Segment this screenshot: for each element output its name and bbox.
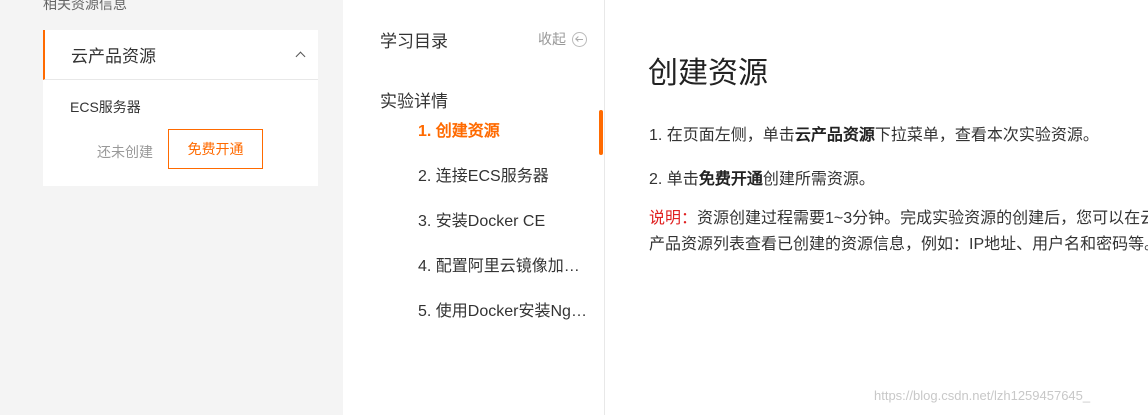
step-number: 1. (649, 127, 663, 144)
watermark: https://blog.csdn.net/lzh1259457645_ (874, 388, 1091, 403)
toc-item-configure-mirror[interactable]: 4. 配置阿里云镜像加速器 (418, 253, 588, 298)
table-of-contents: 学习目录 收起 实验详情 1. 创建资源 2. 连接ECS服务器 3. 安装Do… (343, 0, 605, 415)
status-text: 还未创建 (97, 144, 153, 160)
toc-list: 1. 创建资源 2. 连接ECS服务器 3. 安装Docker CE 4. 配置… (418, 118, 588, 343)
free-activate-button[interactable]: 免费开通 (168, 129, 263, 169)
resource-panel: 相关资源信息 云产品资源 ECS服务器 还未创建 免费开通 (0, 0, 343, 415)
step-bold-text: 免费开通 (698, 171, 763, 188)
resource-dropdown-label: 云产品资源 (71, 47, 156, 66)
step-text: 创建所需资源。 (762, 171, 875, 188)
collapse-button[interactable]: 收起 (538, 29, 587, 49)
resource-dropdown[interactable]: 云产品资源 (43, 30, 318, 80)
active-indicator (599, 110, 603, 155)
ecs-server-label: ECS服务器 (70, 99, 141, 115)
step-2: 2. 单击免费开通创建所需资源。 (649, 165, 875, 189)
page-title: 创建资源 (648, 57, 768, 90)
panel-caption: 相关资源信息 (43, 0, 127, 12)
section-title: 实验详情 (380, 92, 448, 111)
toc-title: 学习目录 (380, 32, 448, 51)
step-bold-text: 云产品资源 (794, 127, 875, 144)
note: 说明：资源创建过程需要1~3分钟。完成实验资源的创建后，您可以在云产品资源列表查… (649, 206, 1148, 258)
toc-item-install-docker[interactable]: 3. 安装Docker CE (418, 208, 588, 253)
chevron-up-icon[interactable] (295, 51, 306, 62)
step-number: 2. (649, 171, 663, 188)
toc-item-create-resource[interactable]: 1. 创建资源 (418, 118, 588, 163)
collapse-label: 收起 (538, 31, 566, 47)
step-1: 1. 在页面左侧，单击云产品资源下拉菜单，查看本次实验资源。 (649, 121, 1099, 145)
note-label: 说明： (649, 210, 698, 227)
step-text: 在页面左侧，单击 (666, 127, 795, 144)
lab-content: 创建资源 1. 在页面左侧，单击云产品资源下拉菜单，查看本次实验资源。 2. 单… (606, 0, 1148, 415)
collapse-left-icon (572, 31, 587, 47)
resource-card: 云产品资源 ECS服务器 还未创建 免费开通 (43, 30, 318, 186)
toc-item-connect-ecs[interactable]: 2. 连接ECS服务器 (418, 163, 588, 208)
toc-item-install-nginx[interactable]: 5. 使用Docker安装Nginx (418, 298, 588, 343)
step-text: 下拉菜单，查看本次实验资源。 (874, 127, 1099, 144)
step-text: 单击 (666, 171, 699, 188)
note-text: 资源创建过程需要1~3分钟。完成实验资源的创建后，您可以在云产品资源列表查看已创… (649, 210, 1148, 253)
